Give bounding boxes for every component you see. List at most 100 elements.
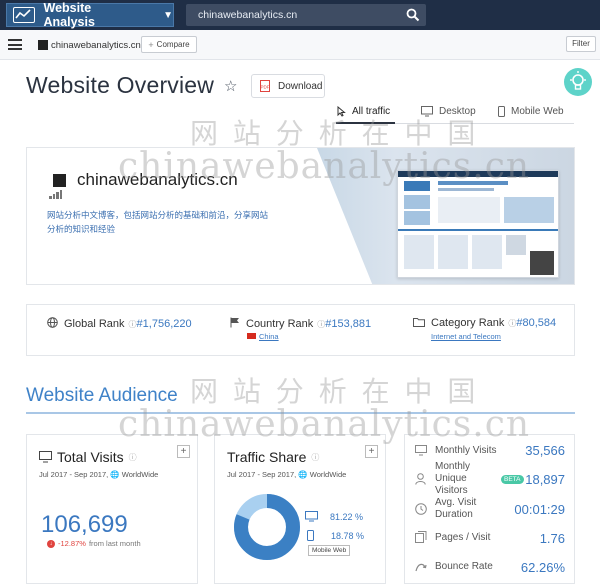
- china-flag-icon: [247, 333, 256, 339]
- monitor-icon: [305, 511, 318, 522]
- metric-monthly-unique-visitors: Monthly Unique Visitors BETA 18,897: [415, 461, 565, 497]
- change-suffix: from last month: [88, 539, 141, 548]
- add-widget-button[interactable]: +: [365, 445, 378, 458]
- region-text: WorldWide: [121, 470, 159, 479]
- bounce-arrow-icon: [415, 563, 427, 572]
- compare-button[interactable]: + Compare: [141, 36, 197, 53]
- panel-title-label: Total Visits: [57, 449, 124, 465]
- globe-icon: 🌐: [298, 470, 308, 479]
- pages-icon: [415, 531, 427, 543]
- download-label: Download: [278, 80, 323, 92]
- metric-label: Avg. Visit Duration: [435, 497, 477, 520]
- lightbulb-icon[interactable]: [564, 68, 592, 96]
- app-switcher[interactable]: Website Analysis ▼: [6, 1, 174, 29]
- user-icon: [415, 473, 426, 485]
- section-divider: [26, 412, 575, 414]
- globe-icon: 🌐: [110, 470, 120, 479]
- analytics-chart-icon: [13, 7, 35, 23]
- info-icon[interactable]: ⓘ: [129, 452, 137, 463]
- watermark-cn: 网 站 分 析 在 中 国: [190, 117, 479, 150]
- period-label: Jul 2017 - Sep 2017, 🌐 WorldWide: [227, 470, 346, 479]
- monitor-icon: [415, 445, 427, 456]
- site-favicon: [53, 174, 66, 187]
- category-rank: Category Rank ⓘ#80,584: [413, 317, 556, 329]
- monitor-icon: [39, 451, 52, 463]
- download-button[interactable]: PDF Download: [251, 74, 325, 98]
- category-rank-label: Category Rank: [431, 317, 505, 329]
- top-bar: Website Analysis ▼ chinawebanalytics.cn: [0, 0, 600, 30]
- metric-label: Monthly Visits: [435, 445, 497, 456]
- monitor-icon: [421, 106, 433, 117]
- global-rank-label: Global Rank: [64, 318, 125, 330]
- metric-value: 18,897: [525, 472, 565, 487]
- compare-label: Compare: [156, 40, 190, 49]
- site-summary-card: chinawebanalytics.cn 网站分析中文博客，包括网站分析的基础和…: [26, 147, 575, 285]
- arrow-down-icon: ↓: [47, 539, 55, 548]
- add-widget-button[interactable]: +: [177, 445, 190, 458]
- metric-value: 35,566: [525, 443, 565, 458]
- desktop-share: 81.22 %: [305, 511, 363, 522]
- period-text: Jul 2017 - Sep 2017,: [39, 470, 109, 479]
- site-favicon: [38, 40, 48, 50]
- metric-monthly-visits: Monthly Visits 35,566: [415, 443, 565, 459]
- country-rank-label: Country Rank: [246, 318, 314, 330]
- info-icon[interactable]: ⓘ: [311, 452, 319, 463]
- global-rank: Global Rank ⓘ#1,756,220: [47, 317, 192, 330]
- category-rank-value: #80,584: [516, 317, 557, 329]
- metric-value: 1.76: [539, 531, 565, 546]
- metric-bounce-rate: Bounce Rate 62.26%: [415, 560, 565, 576]
- site-search-input[interactable]: chinawebanalytics.cn: [186, 4, 426, 26]
- globe-icon: [47, 317, 58, 328]
- tab-label: Desktop: [439, 106, 476, 117]
- rank-strip: Global Rank ⓘ#1,756,220 Country Rank ⓘ#153…: [26, 304, 575, 356]
- traffic-share-panel: Traffic Share ⓘ + Jul 2017 - Sep 2017, 🌐 …: [214, 434, 386, 584]
- site-domain: chinawebanalytics.cn: [77, 170, 238, 189]
- tab-all-traffic[interactable]: All traffic: [337, 106, 390, 117]
- panel-title: Traffic Share ⓘ: [227, 449, 319, 465]
- site-screenshot[interactable]: [397, 170, 559, 278]
- panel-title: Total Visits ⓘ: [39, 449, 137, 465]
- tab-mobile-web[interactable]: Mobile Web: [498, 106, 564, 117]
- beta-badge: BETA: [501, 475, 524, 484]
- metric-label: Bounce Rate: [435, 561, 493, 572]
- metric-avg-visit-duration: Avg. Visit Duration 00:01:29: [415, 497, 565, 521]
- period-label: Jul 2017 - Sep 2017, 🌐 WorldWide: [39, 470, 158, 479]
- period-text: Jul 2017 - Sep 2017,: [227, 470, 297, 479]
- metric-value: 00:01:29: [514, 502, 565, 517]
- watermark-cn: 网 站 分 析 在 中 国: [190, 375, 479, 408]
- mobile-phone-icon: [498, 106, 505, 117]
- page-title: Website Overview: [26, 72, 215, 98]
- filter-button[interactable]: Filter: [566, 36, 596, 52]
- traffic-share-donut[interactable]: [233, 493, 301, 561]
- visits-change: ↓ -12.87% from last month: [47, 539, 141, 548]
- selected-site-name: chinawebanalytics.cn: [51, 40, 141, 51]
- metric-value: 62.26%: [520, 560, 565, 575]
- engagement-metrics-panel: Monthly Visits 35,566 Monthly Unique Vis…: [404, 434, 575, 584]
- metric-label: Monthly Unique Visitors: [435, 461, 471, 496]
- total-visits-value: 106,699: [41, 511, 128, 538]
- desktop-share-value: 81.22 %: [330, 511, 364, 522]
- chart-tooltip: Mobile Web: [308, 545, 351, 556]
- mobile-phone-icon: [307, 530, 314, 541]
- panel-title-label: Traffic Share: [227, 449, 307, 465]
- site-description: 网站分析中文博客，包括网站分析的基础和前沿，分享网站分析的知识和经验: [47, 210, 269, 234]
- tab-desktop[interactable]: Desktop: [421, 106, 476, 117]
- global-rank-value: #1,756,220: [136, 318, 192, 330]
- search-icon[interactable]: [406, 8, 420, 22]
- app-title: Website Analysis: [43, 1, 95, 29]
- star-icon[interactable]: ☆: [224, 77, 237, 95]
- chevron-down-icon: ▼: [163, 9, 173, 21]
- total-visits-panel: Total Visits ⓘ + Jul 2017 - Sep 2017, 🌐 W…: [26, 434, 198, 584]
- hamburger-menu-icon[interactable]: [8, 39, 22, 50]
- section-title: Website Audience: [26, 385, 178, 406]
- svg-text:PDF: PDF: [261, 85, 270, 90]
- pdf-file-icon: PDF: [260, 80, 270, 92]
- site-toolbar: chinawebanalytics.cn + Compare: [0, 30, 600, 60]
- active-tab-indicator: [336, 122, 395, 124]
- country-link[interactable]: China: [259, 332, 279, 341]
- tab-label: All traffic: [352, 106, 391, 117]
- category-link[interactable]: Internet and Telecom: [431, 332, 501, 341]
- info-icon[interactable]: ⓘ: [129, 320, 137, 329]
- plus-icon: +: [148, 39, 154, 50]
- clock-icon: [415, 503, 427, 515]
